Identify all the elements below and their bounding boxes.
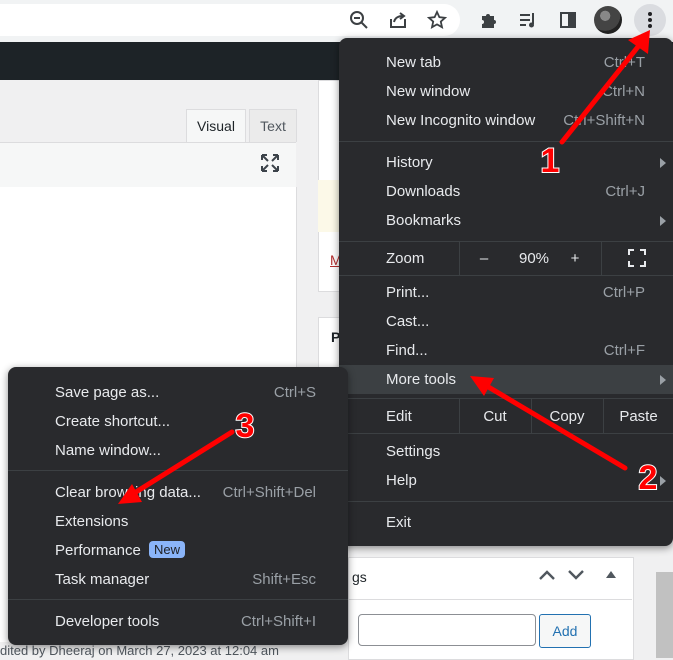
annotation-arrow-1 <box>559 30 650 145</box>
annotation-overlay: 1 2 3 <box>118 30 658 504</box>
annotation-number-2: 2 <box>639 459 658 497</box>
annotation-number-1: 1 <box>541 142 560 180</box>
annotation-arrow-2 <box>470 376 628 471</box>
annotation-number-3: 3 <box>236 407 255 445</box>
annotation-arrow-3 <box>118 429 235 504</box>
